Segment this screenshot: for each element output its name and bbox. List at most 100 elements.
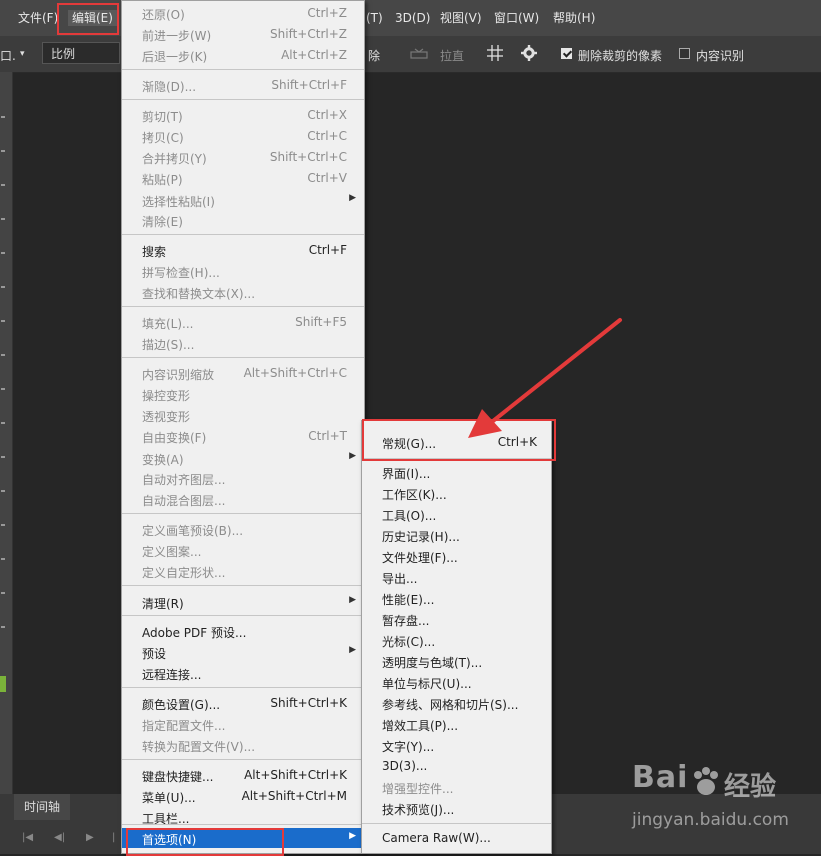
- menu-item-label: 查找和替换文本(X)...: [142, 287, 256, 301]
- edit-menu-item: 指定配置文件...: [122, 714, 364, 734]
- tool-marker[interactable]: [1, 524, 5, 526]
- menu-separator: [122, 615, 364, 616]
- menu-item-label: 拷贝(C): [142, 131, 184, 145]
- menu-separator: [122, 69, 364, 70]
- tool-marker[interactable]: [1, 592, 5, 594]
- tool-marker[interactable]: [1, 184, 5, 186]
- edit-menu-item: 转换为配置文件(V)...: [122, 735, 364, 755]
- preferences-menu-item[interactable]: 3D(3)...: [362, 756, 551, 776]
- tool-marker[interactable]: [1, 490, 5, 492]
- menu-item-shortcut: Ctrl+C: [307, 129, 347, 143]
- menu-separator: [122, 99, 364, 100]
- tool-marker[interactable]: [1, 388, 5, 390]
- preferences-menu-item[interactable]: 导出...: [362, 567, 551, 587]
- prev-frame-icon[interactable]: ◀|: [54, 832, 65, 843]
- preferences-menu-item[interactable]: 暂存盘...: [362, 609, 551, 629]
- tool-marker[interactable]: [1, 252, 5, 254]
- timeline-tab[interactable]: 时间轴: [14, 794, 71, 820]
- next-frame-icon[interactable]: |: [112, 832, 115, 843]
- edit-menu-item[interactable]: 远程连接...: [122, 663, 364, 683]
- preferences-menu-item[interactable]: Camera Raw(W)...: [362, 828, 551, 848]
- menu-view[interactable]: 视图(V): [440, 10, 482, 26]
- menu-item-label: 导出...: [382, 572, 418, 586]
- edit-menu-item: 定义图案...: [122, 540, 364, 560]
- menu-item-label: 界面(I)...: [382, 467, 431, 481]
- preferences-menu-item[interactable]: 文字(Y)...: [362, 735, 551, 755]
- menu-item-label: 键盘快捷键...: [142, 770, 214, 784]
- menu-item-label: 光标(C)...: [382, 635, 436, 649]
- first-frame-icon[interactable]: |◀: [22, 832, 33, 843]
- tool-marker[interactable]: [1, 558, 5, 560]
- tool-marker[interactable]: [1, 320, 5, 322]
- menu-item-label: 自由变换(F): [142, 431, 207, 445]
- edit-menu-item: 选择性粘贴(I) ▶: [122, 190, 364, 210]
- tool-marker[interactable]: [1, 218, 5, 220]
- preferences-menu-item[interactable]: 工具(O)...: [362, 504, 551, 524]
- straighten-button[interactable]: 拉直: [440, 47, 464, 64]
- menu-item-shortcut: Alt+Shift+Ctrl+M: [241, 789, 347, 803]
- edit-menu-item: 自动混合图层...: [122, 489, 364, 509]
- preferences-menu-item[interactable]: 性能(E)...: [362, 588, 551, 608]
- edit-menu-item: 描边(S)...: [122, 333, 364, 353]
- tool-marker[interactable]: [1, 456, 5, 458]
- preferences-menu-item[interactable]: 文件处理(F)...: [362, 546, 551, 566]
- edit-menu-item: 合并拷贝(Y) Shift+Ctrl+C: [122, 147, 364, 167]
- gear-icon[interactable]: [520, 44, 538, 65]
- clear-button[interactable]: 除: [368, 47, 380, 64]
- menu-type[interactable]: (T): [366, 10, 383, 26]
- grid-overlay-icon[interactable]: [486, 44, 504, 65]
- preferences-menu-item[interactable]: 工作区(K)...: [362, 483, 551, 503]
- edit-menu-item: 还原(O) Ctrl+Z: [122, 3, 364, 23]
- tool-marker[interactable]: [1, 626, 5, 628]
- content-aware-checkbox[interactable]: [679, 48, 690, 59]
- preferences-menu-item[interactable]: 单位与标尺(U)...: [362, 672, 551, 692]
- tool-marker[interactable]: [1, 116, 5, 118]
- edit-menu-item: 自动对齐图层...: [122, 468, 364, 488]
- edit-menu-item: 渐隐(D)... Shift+Ctrl+F: [122, 75, 364, 95]
- edit-menu-item[interactable]: 清理(R) ▶: [122, 592, 364, 612]
- submenu-arrow-icon: ▶: [349, 193, 356, 203]
- submenu-arrow-icon: ▶: [349, 645, 356, 655]
- tool-marker[interactable]: [1, 422, 5, 424]
- preferences-menu-item[interactable]: 参考线、网格和切片(S)...: [362, 693, 551, 713]
- play-icon[interactable]: ▶: [86, 832, 94, 843]
- preferences-menu-item[interactable]: 透明度与色域(T)...: [362, 651, 551, 671]
- edit-menu-item[interactable]: 菜单(U)... Alt+Shift+Ctrl+M: [122, 786, 364, 806]
- chevron-down-icon[interactable]: ▾: [20, 49, 25, 59]
- edit-menu-item: 自由变换(F) Ctrl+T: [122, 426, 364, 446]
- straighten-icon[interactable]: [410, 47, 428, 64]
- edit-menu-item: 透视变形: [122, 405, 364, 425]
- preferences-menu-item[interactable]: 增效工具(P)...: [362, 714, 551, 734]
- background-color-swatch[interactable]: [0, 676, 6, 692]
- menu-item-label: 选择性粘贴(I): [142, 195, 215, 209]
- edit-menu-item[interactable]: 键盘快捷键... Alt+Shift+Ctrl+K: [122, 765, 364, 785]
- submenu-arrow-icon: ▶: [349, 451, 356, 461]
- edit-menu-item[interactable]: 颜色设置(G)... Shift+Ctrl+K: [122, 693, 364, 713]
- menu-file[interactable]: 文件(F): [18, 10, 58, 26]
- menu-item-label: 颜色设置(G)...: [142, 698, 221, 712]
- watermark-text: 经验: [724, 772, 777, 802]
- tool-marker[interactable]: [1, 354, 5, 356]
- edit-menu-item[interactable]: 预设 ▶: [122, 642, 364, 662]
- submenu-arrow-icon: ▶: [349, 831, 356, 841]
- menu-window[interactable]: 窗口(W): [494, 10, 539, 26]
- preferences-menu-item[interactable]: 历史记录(H)...: [362, 525, 551, 545]
- menu-item-label: 定义图案...: [142, 545, 202, 559]
- menu-separator: [122, 234, 364, 235]
- menu-item-shortcut: Ctrl+F: [308, 243, 347, 257]
- preferences-menu-item[interactable]: 界面(I)...: [362, 462, 551, 482]
- menu-3d[interactable]: 3D(D): [395, 10, 430, 26]
- tool-marker[interactable]: [1, 286, 5, 288]
- preferences-menu-item[interactable]: 光标(C)...: [362, 630, 551, 650]
- crop-tool-icon[interactable]: 口.: [0, 47, 16, 64]
- menu-help[interactable]: 帮助(H): [553, 10, 595, 26]
- menu-separator: [122, 306, 364, 307]
- edit-menu-item[interactable]: 搜索 Ctrl+F: [122, 240, 364, 260]
- menu-item-shortcut: Ctrl+Z: [307, 6, 347, 20]
- preferences-menu-item[interactable]: 技术预览(J)...: [362, 798, 551, 818]
- ratio-select[interactable]: 比例: [42, 42, 120, 64]
- menu-item-label: 自动混合图层...: [142, 494, 226, 508]
- edit-menu-item[interactable]: Adobe PDF 预设...: [122, 621, 364, 641]
- tool-marker[interactable]: [1, 150, 5, 152]
- delete-cropped-checkbox[interactable]: [561, 48, 572, 59]
